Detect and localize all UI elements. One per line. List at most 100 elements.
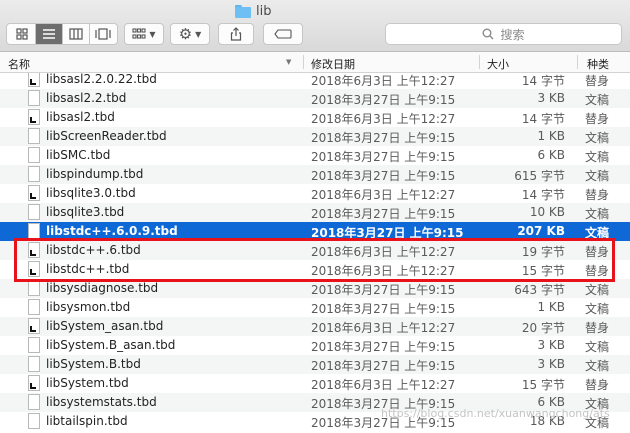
file-name: libSMC.tbd <box>46 148 111 162</box>
search-field[interactable]: 搜索 <box>385 23 622 45</box>
file-date: 2018年3月27日 上午9:15 <box>311 93 456 107</box>
table-row[interactable]: libSystem.tbd 2018年6月3日 上午12:27 15 字节 替身 <box>0 374 630 393</box>
file-kind: 文稿 <box>585 302 610 316</box>
file-size: 20 字节 <box>521 321 565 335</box>
table-row[interactable]: libScreenReader.tbd 2018年3月27日 上午9:15 1 KB… <box>0 127 630 146</box>
file-name: libsasl2.tbd <box>46 110 115 124</box>
document-icon <box>28 356 40 372</box>
table-row[interactable]: libsasl2.2.0.22.tbd 2018年6月3日 上午12:27 14 字… <box>0 73 630 89</box>
document-icon <box>28 337 40 353</box>
file-size: 15 字节 <box>521 378 565 392</box>
gallery-view-icon[interactable] <box>90 24 116 44</box>
table-row[interactable]: libsysmon.tbd 2018年3月27日 上午9:15 1 KB 文稿 <box>0 298 630 317</box>
document-icon <box>28 413 40 429</box>
column-header-size[interactable]: 大小 <box>487 56 509 72</box>
file-name: libsasl2.2.tbd <box>46 91 127 105</box>
file-date: 2018年6月3日 上午12:27 <box>311 378 456 392</box>
table-row[interactable]: libsasl2.2.tbd 2018年3月27日 上午9:15 3 KB 文稿 <box>0 89 630 108</box>
table-row[interactable]: libSystem.B_asan.tbd 2018年3月27日 上午9:15 3 K… <box>0 336 630 355</box>
column-divider[interactable] <box>479 55 480 69</box>
file-size: 1 KB <box>537 129 565 143</box>
file-kind: 文稿 <box>585 150 610 164</box>
finder-toolbar: lib ▼ ⚙ ▼ 搜索 <box>0 0 630 52</box>
table-row[interactable]: libsqlite3.tbd 2018年3月27日 上午9:15 10 KB 文稿 <box>0 203 630 222</box>
file-kind: 替身 <box>585 74 610 88</box>
file-name: libtailspin.tbd <box>46 414 128 428</box>
view-mode-segmented-control[interactable] <box>6 23 118 45</box>
action-button[interactable]: ⚙ ▼ <box>170 23 210 45</box>
file-size: 3 KB <box>537 357 565 371</box>
file-size: 14 字节 <box>521 74 565 88</box>
file-kind: 文稿 <box>585 359 610 373</box>
icon-view-icon[interactable] <box>9 24 36 44</box>
file-name: libSystem_asan.tbd <box>46 319 164 333</box>
table-row[interactable]: libspindump.tbd 2018年3月27日 上午9:15 615 字节 文稿 <box>0 165 630 184</box>
file-date: 2018年3月27日 上午9:15 <box>311 207 456 221</box>
column-view-icon[interactable] <box>63 24 90 44</box>
file-date: 2018年3月27日 上午9:15 <box>311 150 456 164</box>
watermark: https://blog.csdn.net/xuanwangchong/ats <box>381 407 610 420</box>
column-header-date[interactable]: 修改日期 <box>311 56 355 72</box>
file-name: libspindump.tbd <box>46 167 144 181</box>
file-name: libsysmon.tbd <box>46 300 131 314</box>
file-name: libsystemstats.tbd <box>46 395 157 409</box>
file-size: 207 KB <box>517 224 565 238</box>
document-icon <box>28 147 40 163</box>
table-row[interactable]: libSMC.tbd 2018年3月27日 上午9:15 6 KB 文稿 <box>0 146 630 165</box>
file-name: libsysdiagnose.tbd <box>46 281 159 295</box>
file-size: 1 KB <box>537 300 565 314</box>
file-size: 14 字节 <box>521 188 565 202</box>
window-title: lib <box>235 2 271 20</box>
table-row[interactable]: libSystem.B.tbd 2018年3月27日 上午9:15 3 KB 文稿 <box>0 355 630 374</box>
file-size: 3 KB <box>537 91 565 105</box>
file-name: libSystem.B.tbd <box>46 357 141 371</box>
file-kind: 文稿 <box>585 283 610 297</box>
chevron-down-icon: ▼ <box>195 29 202 39</box>
file-size: 6 KB <box>537 148 565 162</box>
search-placeholder: 搜索 <box>500 27 525 42</box>
share-icon <box>230 27 242 41</box>
sort-chevron-icon: ▼ <box>286 58 292 66</box>
document-icon <box>28 280 40 296</box>
file-date: 2018年3月27日 上午9:15 <box>311 169 456 183</box>
document-icon <box>28 299 40 315</box>
document-icon <box>28 223 40 239</box>
file-kind: 文稿 <box>585 169 610 183</box>
file-date: 2018年3月27日 上午9:15 <box>311 340 456 354</box>
file-kind: 替身 <box>585 112 610 126</box>
folder-icon <box>235 4 251 18</box>
column-divider[interactable] <box>577 55 578 69</box>
file-kind: 替身 <box>585 321 610 335</box>
tag-button[interactable] <box>263 23 303 45</box>
share-button[interactable] <box>218 23 254 45</box>
file-size: 3 KB <box>537 338 565 352</box>
document-icon <box>28 128 40 144</box>
file-name: libsasl2.2.0.22.tbd <box>46 73 157 86</box>
red-highlight-box <box>14 238 615 282</box>
column-header-name[interactable]: 名称 <box>8 56 30 72</box>
file-date: 2018年3月27日 上午9:15 <box>311 359 456 373</box>
file-size: 615 字节 <box>514 169 565 183</box>
document-icon <box>28 394 40 410</box>
file-date: 2018年6月3日 上午12:27 <box>311 74 456 88</box>
search-icon <box>482 28 494 40</box>
file-size: 10 KB <box>529 205 565 219</box>
chevron-down-icon: ▼ <box>149 29 156 39</box>
table-row[interactable]: libsasl2.tbd 2018年6月3日 上午12:27 14 字节 替身 <box>0 108 630 127</box>
tag-icon <box>274 29 292 39</box>
alias-file-icon <box>28 73 40 87</box>
table-row[interactable]: libSystem_asan.tbd 2018年6月3日 上午12:27 20 字节… <box>0 317 630 336</box>
list-view-icon[interactable] <box>35 24 63 44</box>
file-date: 2018年3月27日 上午9:15 <box>311 283 456 297</box>
window-title-text: lib <box>256 3 272 19</box>
column-header-kind[interactable]: 种类 <box>587 56 609 72</box>
file-date: 2018年3月27日 上午9:15 <box>311 302 456 316</box>
file-kind: 替身 <box>585 188 610 202</box>
column-header: 名称 ▼ 修改日期 大小 种类 <box>0 52 630 73</box>
table-row[interactable]: libsqlite3.0.tbd 2018年6月3日 上午12:27 14 字节 替身 <box>0 184 630 203</box>
column-divider[interactable] <box>303 55 304 69</box>
file-name: libScreenReader.tbd <box>46 129 167 143</box>
alias-file-icon <box>28 375 40 391</box>
group-by-icon <box>132 28 146 39</box>
group-by-button[interactable]: ▼ <box>124 23 164 45</box>
